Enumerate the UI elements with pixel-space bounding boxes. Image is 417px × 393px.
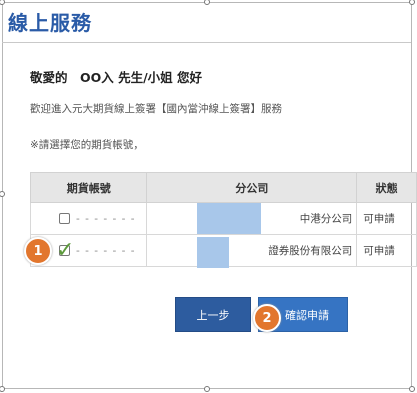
redaction-mask [197, 237, 229, 268]
previous-step-button[interactable]: 上一步 [175, 297, 251, 332]
step-badge-2: 2 [253, 304, 281, 332]
branch-cell: 證券股份有限公司 [146, 234, 358, 267]
resize-handle[interactable] [409, 0, 415, 5]
column-header-status: 狀態 [356, 172, 417, 203]
page-title: 線上服務 [8, 11, 92, 35]
resize-handle[interactable] [409, 386, 415, 392]
select-account-note: ※請選擇您的期貨帳號， [30, 139, 144, 151]
account-number: - - - - - - - [76, 244, 136, 257]
account-cell: - - - - - - - [29, 202, 148, 235]
status-cell: 可申請 [356, 234, 417, 267]
resize-handle[interactable] [204, 386, 210, 392]
status-cell: 可申請 [356, 202, 417, 235]
account-number: - - - - - - - [76, 212, 136, 225]
check-icon: ✓ [56, 238, 75, 263]
table-header-row: 期貨帳號 分公司 狀態 [29, 172, 417, 203]
redaction-mask [197, 203, 261, 234]
greeting-text: 敬愛的 OO入 先生/小姐 您好 [30, 70, 203, 85]
title-divider [2, 42, 411, 43]
column-header-account: 期貨帳號 [29, 172, 148, 203]
column-header-branch: 分公司 [146, 172, 358, 203]
account-checkbox[interactable] [59, 213, 70, 224]
resize-handle[interactable] [0, 386, 5, 392]
confirm-button-label: 確認申請 [285, 308, 329, 322]
intro-text: 歡迎進入元大期貨線上簽署【國內當沖線上簽署】服務 [30, 103, 282, 115]
step-badge-1: 1 [24, 237, 52, 265]
